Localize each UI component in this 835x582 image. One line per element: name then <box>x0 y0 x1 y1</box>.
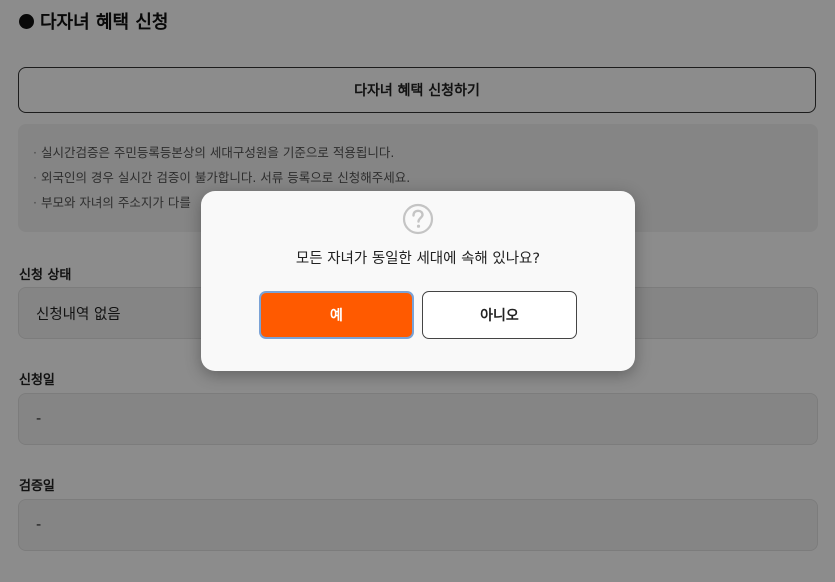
confirm-dialog: 모든 자녀가 동일한 세대에 속해 있나요? 예 아니오 <box>201 191 635 371</box>
no-button[interactable]: 아니오 <box>422 291 577 339</box>
dialog-message: 모든 자녀가 동일한 세대에 속해 있나요? <box>295 251 541 267</box>
question-circle-icon <box>402 203 434 235</box>
yes-button[interactable]: 예 <box>259 291 414 339</box>
